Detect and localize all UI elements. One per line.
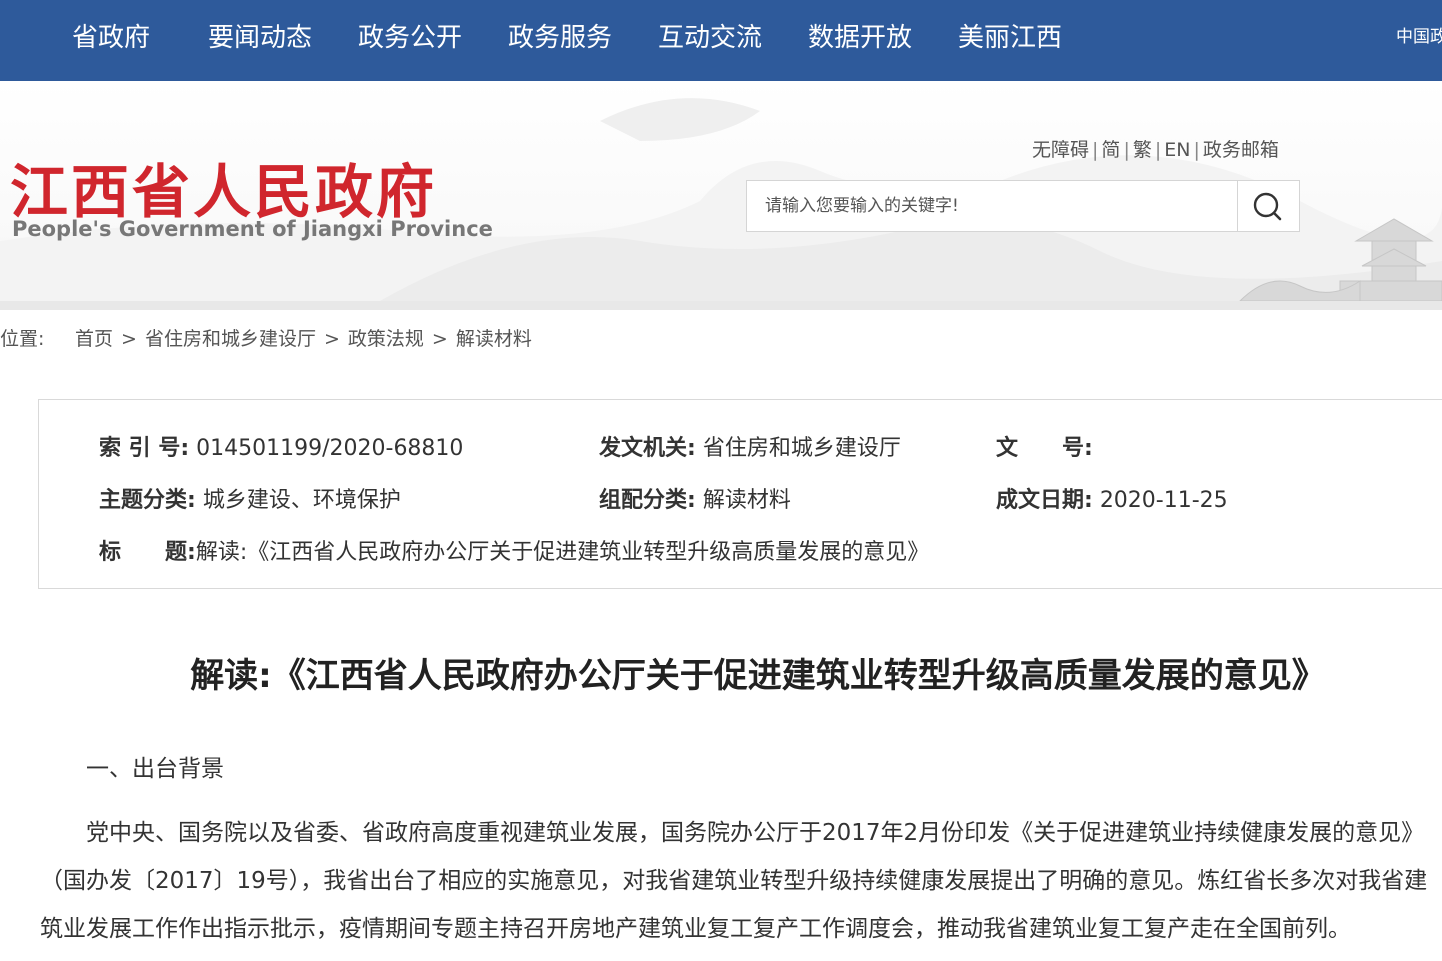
- site-header: 江西省人民政府 People's Government of Jiangxi P…: [0, 81, 1442, 301]
- site-logo-english: People's Government of Jiangxi Province: [12, 217, 493, 241]
- nav-item-provincial-gov[interactable]: 省政府: [72, 20, 150, 56]
- section-heading: 一、出台背景: [86, 756, 224, 782]
- search-box: [746, 180, 1300, 232]
- nav-item-interaction[interactable]: 互动交流: [658, 20, 762, 56]
- article-title: 解读:《江西省人民政府办公厅关于促进建筑业转型升级高质量发展的意见》: [190, 656, 1326, 696]
- info-topic: 主题分类: 城乡建设、环境保护: [99, 488, 401, 513]
- info-group: 组配分类: 解读材料: [599, 488, 791, 513]
- breadcrumb-interpretation[interactable]: 解读材料: [456, 328, 532, 350]
- nav-item-gov-services[interactable]: 政务服务: [508, 20, 612, 56]
- link-accessibility[interactable]: 无障碍: [1032, 139, 1089, 161]
- header-utility-links: 无障碍 | 简 | 繁 | EN | 政务邮箱: [1032, 139, 1279, 161]
- breadcrumb-housing-dept[interactable]: 省住房和城乡建设厅: [145, 328, 316, 350]
- nav-item-gov-affairs-open[interactable]: 政务公开: [358, 20, 462, 56]
- info-date: 成文日期: 2020-11-25: [996, 488, 1228, 513]
- link-gov-mailbox[interactable]: 政务邮箱: [1203, 139, 1279, 161]
- breadcrumb-policies[interactable]: 政策法规: [348, 328, 424, 350]
- header-divider: [0, 301, 1442, 310]
- search-input[interactable]: [747, 181, 1237, 231]
- paragraph-line: 筑业发展工作作出指示批示，疫情期间专题主持召开房地产建筑业复工复产工作调度会，推…: [40, 916, 1351, 942]
- link-simplified[interactable]: 简: [1101, 139, 1120, 161]
- nav-right-link[interactable]: 中国政: [1396, 22, 1442, 47]
- paragraph-line: （国办发〔2017〕19号），我省出台了相应的实施意见，对我省建筑业转型升级持续…: [40, 868, 1428, 894]
- info-doc-number: 文 号:: [996, 436, 1093, 461]
- paragraph-line: 党中央、国务院以及省委、省政府高度重视建筑业发展，国务院办公厅于2017年2月份…: [86, 820, 1425, 846]
- info-issuer: 发文机关: 省住房和城乡建设厅: [599, 436, 901, 461]
- nav-item-open-data[interactable]: 数据开放: [808, 20, 912, 56]
- breadcrumb-label: 位置:: [0, 328, 45, 350]
- search-button[interactable]: [1237, 181, 1300, 231]
- search-icon: [1253, 192, 1282, 221]
- document-info-box: 索 引 号: 014501199/2020-68810 发文机关: 省住房和城乡…: [38, 399, 1442, 589]
- link-english[interactable]: EN: [1164, 139, 1190, 161]
- nav-item-beautiful-jiangxi[interactable]: 美丽江西: [958, 20, 1062, 56]
- info-index: 索 引 号: 014501199/2020-68810: [99, 436, 464, 461]
- info-title: 标 题:解读:《江西省人民政府办公厅关于促进建筑业转型升级高质量发展的意见》: [99, 540, 930, 565]
- breadcrumb-home[interactable]: 首页: [75, 328, 113, 350]
- top-nav: 省政府 要闻动态 政务公开 政务服务 互动交流 数据开放 美丽江西 中国政: [0, 0, 1442, 81]
- link-traditional[interactable]: 繁: [1133, 139, 1152, 161]
- nav-item-news[interactable]: 要闻动态: [208, 20, 312, 56]
